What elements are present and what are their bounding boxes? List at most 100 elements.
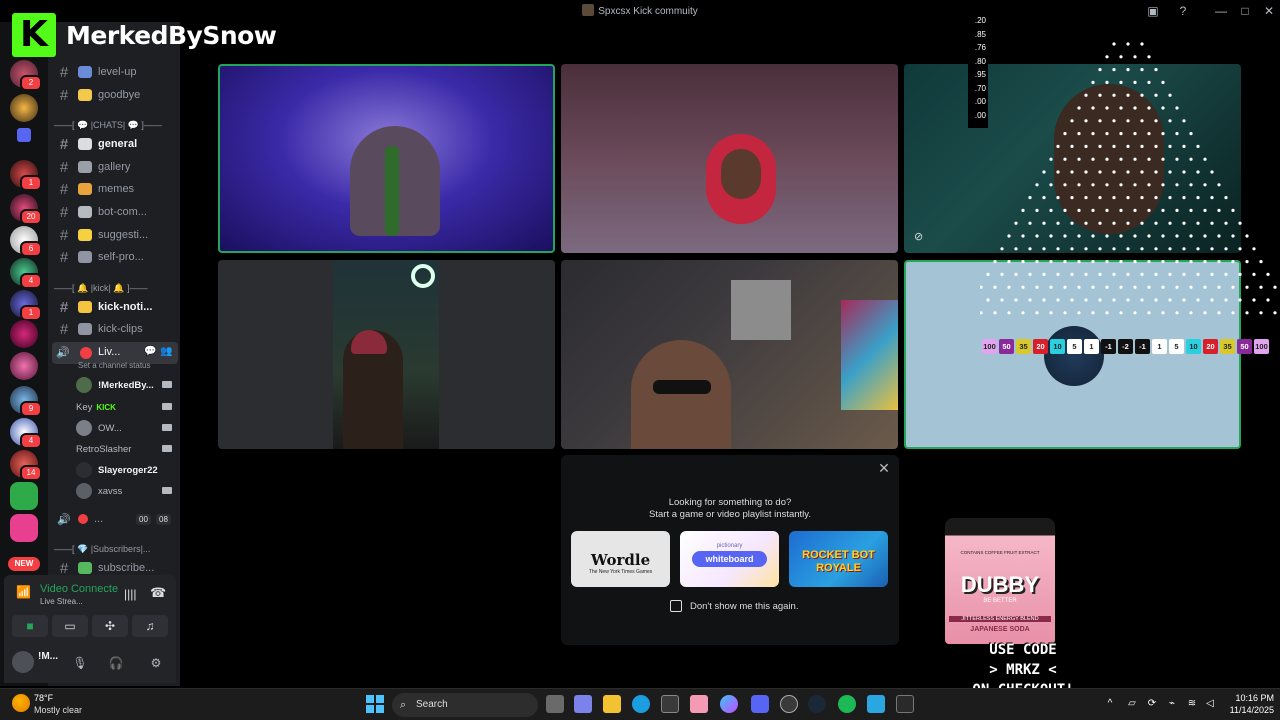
tray-icon[interactable]: ⟳ (1146, 698, 1158, 710)
headphones-icon[interactable]: 🎧 (108, 655, 124, 671)
task-view-icon[interactable] (546, 695, 564, 713)
weather-temperature[interactable]: 78°F (34, 693, 53, 703)
maximize-button[interactable]: □ (1234, 2, 1256, 20)
voice-user[interactable]: !MerkedBy... (76, 375, 176, 395)
server-icon[interactable]: 1 (10, 160, 42, 191)
voice-user[interactable]: xavss (76, 481, 176, 501)
plinko-peg (1133, 80, 1137, 84)
server-icon[interactable]: 14 (10, 450, 42, 481)
activities-button[interactable]: ✣ (92, 615, 128, 637)
close-window-button[interactable]: ✕ (1258, 2, 1280, 20)
server-icon[interactable]: 9 (10, 386, 42, 417)
category-kick[interactable]: ——[ 🔔 |kick| 🔔 ]—— (54, 283, 176, 297)
steam-icon[interactable] (808, 695, 826, 713)
plinko-peg (1203, 183, 1207, 187)
app-icon[interactable] (690, 695, 708, 713)
server-icon[interactable] (10, 352, 38, 380)
video-tile[interactable] (561, 64, 898, 253)
set-channel-status[interactable]: Set a channel status (78, 361, 151, 370)
taskbar-search[interactable]: ⌕ Search (392, 693, 538, 717)
tray-icon[interactable]: ▱ (1126, 698, 1138, 710)
channel-bot-commands[interactable]: # bot-com... (54, 201, 176, 223)
channel-self-promo[interactable]: # self-pro... (54, 246, 176, 268)
server-icon[interactable]: 1 (10, 290, 42, 321)
microphone-icon[interactable]: 🎙 (72, 655, 88, 671)
channel-level-up[interactable]: # level-up (54, 61, 176, 83)
server-icon[interactable]: 6 (10, 226, 42, 257)
notepad-icon[interactable] (867, 695, 885, 713)
screenshare-button[interactable]: ▭ (52, 615, 88, 637)
server-icon[interactable] (10, 482, 38, 510)
taskbar-date[interactable]: 11/14/2025 (1218, 705, 1274, 715)
plinko-peg (1014, 247, 1018, 251)
channel-kick-clips[interactable]: # kick-clips (54, 318, 176, 340)
plinko-peg (1049, 208, 1053, 212)
edge-icon[interactable] (632, 695, 650, 713)
noise-suppression-icon[interactable]: |||| (124, 587, 136, 601)
app-icon[interactable] (780, 695, 798, 713)
help-icon[interactable]: ? (1172, 2, 1194, 20)
teams-icon[interactable] (574, 695, 592, 713)
spotify-icon[interactable] (838, 695, 856, 713)
stream-hidden-icon[interactable]: ⊘ (914, 230, 923, 243)
category-subscribers[interactable]: ——[ 💎 |Subscribers|... (54, 544, 176, 558)
server-icon[interactable]: 4 (10, 418, 42, 449)
voice-channel-subtitle[interactable]: Live Strea... (40, 597, 83, 606)
server-icon[interactable] (10, 320, 38, 348)
file-explorer-icon[interactable] (603, 695, 621, 713)
video-tile[interactable] (218, 64, 555, 253)
inbox-icon[interactable]: ▣ (1142, 2, 1164, 20)
voice-channel-2[interactable]: 🔊... 00 08 (54, 508, 176, 530)
wifi-icon[interactable]: ≋ (1186, 698, 1198, 710)
volume-icon[interactable]: ◁ (1204, 698, 1216, 710)
new-unreads-pill[interactable]: NEW (8, 557, 40, 571)
server-icon[interactable]: 4 (10, 258, 42, 289)
channel-gallery[interactable]: # gallery (54, 156, 176, 178)
channel-memes[interactable]: # memes (54, 178, 176, 200)
server-icon[interactable] (10, 94, 38, 122)
dont-show-checkbox[interactable] (670, 600, 682, 612)
discord-icon[interactable] (751, 695, 769, 713)
close-icon[interactable]: ✕ (877, 461, 891, 475)
weather-description[interactable]: Mostly clear (34, 705, 82, 715)
copilot-icon[interactable] (720, 695, 738, 713)
gear-icon[interactable]: ⚙ (148, 655, 164, 671)
voice-user[interactable]: Key KICK (76, 397, 176, 417)
start-button[interactable] (366, 695, 384, 713)
voice-user[interactable]: Slayeroger22 (76, 460, 176, 480)
store-icon[interactable] (661, 695, 679, 713)
video-tile[interactable] (561, 260, 898, 449)
tray-icon[interactable]: ⌁ (1166, 698, 1178, 710)
server-icon[interactable] (10, 514, 38, 542)
activity-card-whiteboard[interactable]: pictionary whiteboard (680, 531, 779, 587)
server-icon[interactable]: 2 (10, 60, 42, 91)
channel-suggestions[interactable]: # suggesti... (54, 224, 176, 246)
folder-icon[interactable] (17, 128, 31, 142)
server-icon[interactable]: 20 (10, 194, 42, 225)
chevron-up-icon[interactable]: ^ (1104, 698, 1116, 710)
invite-icon[interactable]: 👥 (160, 346, 172, 357)
video-tile[interactable] (218, 260, 555, 449)
soundboard-button[interactable]: ♫ (132, 615, 168, 637)
plinko-peg (1147, 260, 1151, 264)
channel-emoji-icon (78, 138, 92, 150)
signal-icon[interactable]: 📶 (16, 585, 31, 599)
minimize-button[interactable]: — (1210, 2, 1232, 20)
taskbar-time[interactable]: 10:16 PM (1218, 693, 1274, 703)
camera-button[interactable]: ■ (12, 615, 48, 637)
voice-user[interactable]: OW... (76, 418, 176, 438)
disconnect-icon[interactable]: ☎ (150, 585, 166, 601)
activity-card-rocket-bot[interactable]: ROCKET BOT ROYALE (789, 531, 888, 587)
user-name[interactable]: !M... (38, 651, 58, 662)
epic-games-icon[interactable] (896, 695, 914, 713)
chat-icon[interactable]: 💬 (144, 346, 156, 357)
voice-user[interactable]: RetroSlasher (76, 439, 176, 459)
channel-general[interactable]: # general (54, 133, 176, 155)
weather-icon[interactable] (12, 694, 30, 712)
channel-goodbye[interactable]: # goodbye (54, 84, 176, 106)
dont-show-label[interactable]: Don't show me this again. (690, 601, 798, 612)
category-chats[interactable]: ——[ 💬 |CHATS| 💬 ]—— (54, 120, 176, 134)
activity-card-wordle[interactable]: Wordle The New York Times Games (571, 531, 670, 587)
avatar[interactable] (12, 651, 34, 673)
channel-kick-notifications[interactable]: # kick-noti... (54, 296, 176, 318)
